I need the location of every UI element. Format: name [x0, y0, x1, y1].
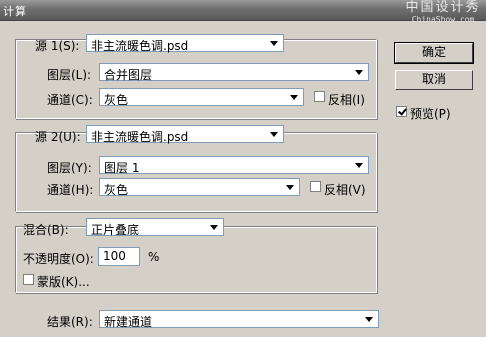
watermark: 中国设计秀 ChinaShow.com [400, 0, 486, 30]
mask-label: 蒙版(K)... [37, 275, 90, 289]
window-title: 计算 [3, 5, 27, 18]
source1-file-select[interactable]: 非主流暖色调.psd [86, 34, 284, 53]
source2-label: 源 2(U): [35, 130, 81, 144]
chevron-down-icon [365, 317, 373, 322]
source1-channel-value: 灰色 [104, 93, 129, 107]
preview-label: 预览(P) [410, 107, 451, 121]
source1-layer-select[interactable]: 合并图层 [99, 63, 369, 82]
source2-file-select[interactable]: 非主流暖色调.psd [86, 125, 284, 144]
chevron-down-icon [270, 132, 278, 137]
source1-invert-checkbox[interactable] [314, 91, 325, 102]
chevron-down-icon [355, 163, 363, 168]
source2-layer-value: 图层 1 [104, 161, 140, 175]
source2-invert-label: 反相(V) [324, 183, 366, 197]
source2-layer-select[interactable]: 图层 1 [99, 156, 369, 175]
chevron-down-icon [270, 41, 278, 46]
watermark-line2: ChinaShow.com [411, 15, 475, 24]
opacity-unit: % [148, 250, 160, 264]
source1-layer-label: 图层(L): [47, 68, 92, 82]
source2-invert-checkbox[interactable] [310, 181, 321, 192]
blending-mode-select[interactable]: 正片叠底 [86, 218, 224, 237]
chevron-down-icon [286, 185, 294, 190]
source2-file-value: 非主流暖色调.psd [91, 130, 189, 144]
source1-channel-select[interactable]: 灰色 [99, 88, 304, 107]
source1-file-value: 非主流暖色调.psd [91, 39, 189, 53]
cancel-button[interactable]: 取消 [395, 70, 473, 90]
opacity-input[interactable]: 100 [98, 247, 140, 266]
source1-label: 源 1(S): [35, 39, 80, 53]
result-select[interactable]: 新建通道 [99, 310, 379, 329]
ok-button[interactable]: 确定 [394, 42, 474, 64]
source2-channel-label: 通道(H): [47, 183, 94, 197]
preview-checkbox[interactable] [396, 106, 407, 117]
chevron-down-icon [355, 70, 363, 75]
result-label: 结果(R): [47, 315, 93, 329]
blending-label: 混合(B): [23, 223, 69, 237]
blending-mode-value: 正片叠底 [91, 223, 140, 237]
source2-channel-select[interactable]: 灰色 [99, 178, 300, 197]
watermark-line1: 中国设计秀 [405, 0, 481, 15]
chevron-down-icon [290, 95, 298, 100]
chevron-down-icon [210, 225, 218, 230]
source1-invert-label: 反相(I) [328, 93, 365, 107]
source2-channel-value: 灰色 [104, 183, 129, 197]
source1-layer-value: 合并图层 [104, 68, 153, 82]
source2-layer-label: 图层(Y): [47, 161, 92, 175]
mask-checkbox[interactable] [23, 274, 34, 285]
opacity-label: 不透明度(O): [23, 252, 94, 266]
source1-channel-label: 通道(C): [47, 93, 93, 107]
result-value: 新建通道 [104, 315, 153, 329]
